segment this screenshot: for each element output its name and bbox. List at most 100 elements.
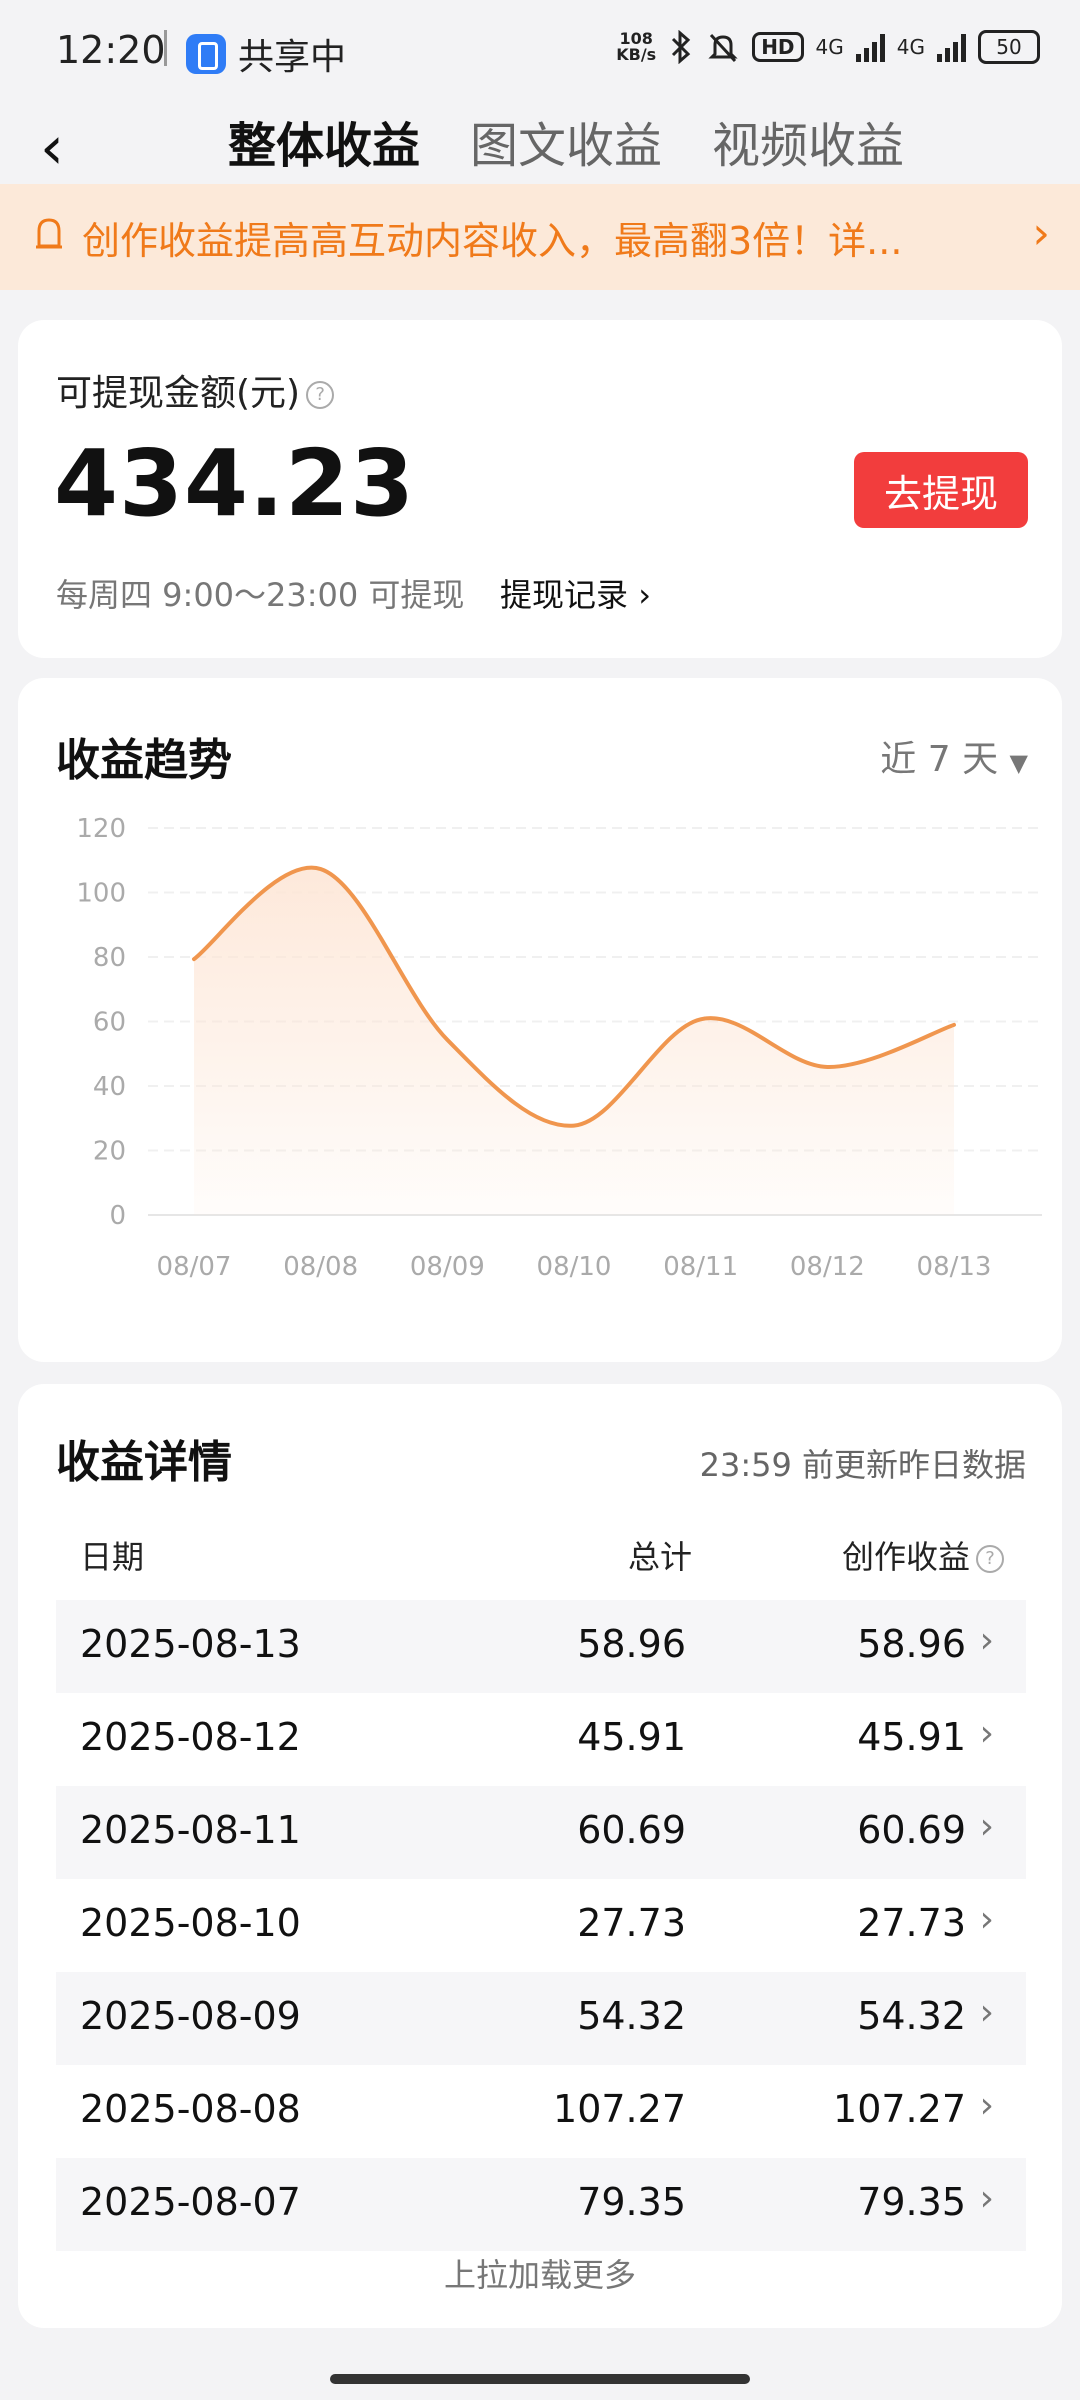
trend-title: 收益趋势 bbox=[56, 735, 232, 786]
chevron-right-icon: › bbox=[979, 1620, 994, 1661]
row-total: 27.73 bbox=[577, 1901, 686, 1945]
column-creation: 创作收益? bbox=[842, 1532, 1004, 1578]
battery-icon: 50 bbox=[978, 30, 1040, 64]
earnings-table: 2025-08-13 58.96 58.96 › 2025-08-12 45.9… bbox=[56, 1600, 1026, 2251]
column-total: 总计 bbox=[627, 1538, 692, 1576]
status-bar: 12:20 共享中 108 KB/s HD 4G 4G 50 bbox=[0, 0, 1080, 100]
x-tick-label: 08/09 bbox=[410, 1252, 485, 1282]
chevron-right-icon: › bbox=[979, 1899, 994, 1940]
row-total: 60.69 bbox=[577, 1808, 686, 1852]
promo-banner[interactable]: 创作收益提高高互动内容收入，最高翻3倍！详... › bbox=[0, 184, 1080, 290]
row-creation: 107.27 bbox=[833, 2087, 966, 2131]
withdraw-record-link[interactable]: 提现记录 › bbox=[500, 570, 651, 616]
row-creation: 79.35 bbox=[857, 2180, 966, 2224]
row-date: 2025-08-10 bbox=[80, 1901, 301, 1945]
column-date: 日期 bbox=[80, 1538, 145, 1576]
row-date: 2025-08-09 bbox=[80, 1994, 301, 2038]
withdraw-button[interactable]: 去提现 bbox=[854, 452, 1028, 528]
row-creation: 45.91 bbox=[857, 1715, 966, 1759]
row-creation: 60.69 bbox=[857, 1808, 966, 1852]
caret-down-icon: ▼ bbox=[1009, 749, 1028, 777]
help-icon[interactable]: ? bbox=[976, 1545, 1004, 1573]
table-row[interactable]: 2025-08-08 107.27 107.27 › bbox=[56, 2065, 1026, 2158]
network-speed-unit: KB/s bbox=[616, 45, 657, 64]
row-total: 79.35 bbox=[577, 2180, 686, 2224]
y-tick-label: 0 bbox=[109, 1201, 126, 1231]
x-tick-label: 08/11 bbox=[663, 1252, 738, 1282]
network-type-1: 4G bbox=[815, 35, 844, 59]
chevron-right-icon: › bbox=[979, 1713, 994, 1754]
row-date: 2025-08-11 bbox=[80, 1808, 301, 1852]
row-total: 45.91 bbox=[577, 1715, 686, 1759]
balance-label-row: 可提现金额(元)? bbox=[56, 364, 335, 416]
balance-card: 可提现金额(元)? 434.23 去提现 每周四 9:00～23:00 可提现 … bbox=[18, 320, 1062, 658]
series-area bbox=[194, 867, 954, 1215]
status-icons: 108 KB/s HD 4G 4G 50 bbox=[616, 30, 1040, 64]
row-date: 2025-08-12 bbox=[80, 1715, 301, 1759]
chevron-right-icon: › bbox=[979, 1806, 994, 1847]
app-header: ‹ 整体收益 图文收益 视频收益 bbox=[0, 100, 1080, 184]
screen-share-icon bbox=[186, 34, 226, 74]
chevron-right-icon: › bbox=[979, 1992, 994, 2033]
bell-muted-icon bbox=[708, 33, 738, 63]
chevron-right-icon: › bbox=[1032, 208, 1050, 259]
banner-text: 创作收益提高高互动内容收入，最高翻3倍！详... bbox=[82, 219, 903, 263]
details-title: 收益详情 bbox=[56, 1437, 232, 1488]
bell-icon bbox=[36, 218, 62, 249]
status-divider bbox=[164, 30, 167, 66]
table-row[interactable]: 2025-08-09 54.32 54.32 › bbox=[56, 1972, 1026, 2065]
y-tick-label: 120 bbox=[76, 814, 126, 844]
table-row[interactable]: 2025-08-13 58.96 58.96 › bbox=[56, 1600, 1026, 1693]
table-row[interactable]: 2025-08-07 79.35 79.35 › bbox=[56, 2158, 1026, 2251]
chevron-right-icon: › bbox=[979, 2085, 994, 2126]
y-tick-label: 60 bbox=[93, 1008, 126, 1038]
row-total: 107.27 bbox=[553, 2087, 686, 2131]
y-tick-label: 40 bbox=[93, 1072, 126, 1102]
y-tick-label: 80 bbox=[93, 943, 126, 973]
row-date: 2025-08-08 bbox=[80, 2087, 301, 2131]
network-type-2: 4G bbox=[896, 35, 925, 59]
range-value: 近 7 天 bbox=[880, 739, 999, 780]
status-time: 12:20 bbox=[56, 28, 166, 72]
y-tick-label: 100 bbox=[76, 879, 126, 909]
back-arrow-icon[interactable]: ‹ bbox=[40, 118, 84, 178]
help-icon[interactable]: ? bbox=[306, 381, 335, 409]
balance-label: 可提现金额(元) bbox=[56, 373, 301, 414]
table-row[interactable]: 2025-08-11 60.69 60.69 › bbox=[56, 1786, 1026, 1879]
trend-chart: 0 20 40 60 80 100 120 08/07 08/08 08/09 08/10 08/11… bbox=[76, 814, 1042, 1282]
details-update-note: 23:59 前更新昨日数据 bbox=[699, 1446, 1026, 1484]
network-speed: 108 KB/s bbox=[616, 31, 656, 63]
x-tick-label: 08/10 bbox=[537, 1252, 612, 1282]
chevron-right-icon: › bbox=[979, 2178, 994, 2219]
balance-amount: 434.23 bbox=[54, 430, 416, 537]
tab-article-earnings[interactable]: 图文收益 bbox=[470, 106, 662, 176]
signal-icon-2 bbox=[937, 32, 966, 62]
row-date: 2025-08-07 bbox=[80, 2180, 301, 2224]
screen-share-label: 共享中 bbox=[238, 37, 347, 78]
battery-level: 50 bbox=[996, 35, 1022, 59]
details-card: 收益详情 23:59 前更新昨日数据 日期 总计 创作收益? 2025-08-1… bbox=[18, 1384, 1062, 2328]
withdraw-record-label: 提现记录 bbox=[500, 576, 629, 614]
row-creation: 58.96 bbox=[857, 1622, 966, 1666]
trend-card: 收益趋势 近 7 天 ▼ 0 20 40 60 80 100 120 08/07 08/08 08… bbox=[18, 678, 1062, 1362]
withdraw-schedule-note: 每周四 9:00～23:00 可提现 bbox=[56, 576, 465, 614]
screen-share-indicator[interactable]: 共享中 bbox=[186, 28, 346, 80]
row-total: 54.32 bbox=[577, 1994, 686, 2038]
range-dropdown[interactable]: 近 7 天 ▼ bbox=[880, 730, 1028, 782]
row-creation: 27.73 bbox=[857, 1901, 966, 1945]
y-tick-label: 20 bbox=[93, 1137, 126, 1167]
tab-video-earnings[interactable]: 视频收益 bbox=[712, 106, 904, 176]
table-row[interactable]: 2025-08-12 45.91 45.91 › bbox=[56, 1693, 1026, 1786]
table-row[interactable]: 2025-08-10 27.73 27.73 › bbox=[56, 1879, 1026, 1972]
table-header: 日期 总计 创作收益? bbox=[56, 1532, 1026, 1592]
bluetooth-icon bbox=[672, 30, 691, 64]
x-tick-label: 08/13 bbox=[917, 1252, 992, 1282]
home-indicator[interactable] bbox=[330, 2374, 750, 2384]
tab-overall-earnings[interactable]: 整体收益 bbox=[228, 106, 420, 176]
row-total: 58.96 bbox=[577, 1622, 686, 1666]
tab-bar: 整体收益 图文收益 视频收益 bbox=[228, 106, 904, 176]
x-tick-label: 08/12 bbox=[790, 1252, 865, 1282]
row-creation: 54.32 bbox=[857, 1994, 966, 2038]
x-tick-label: 08/08 bbox=[283, 1252, 358, 1282]
hd-badge: HD bbox=[752, 32, 804, 62]
